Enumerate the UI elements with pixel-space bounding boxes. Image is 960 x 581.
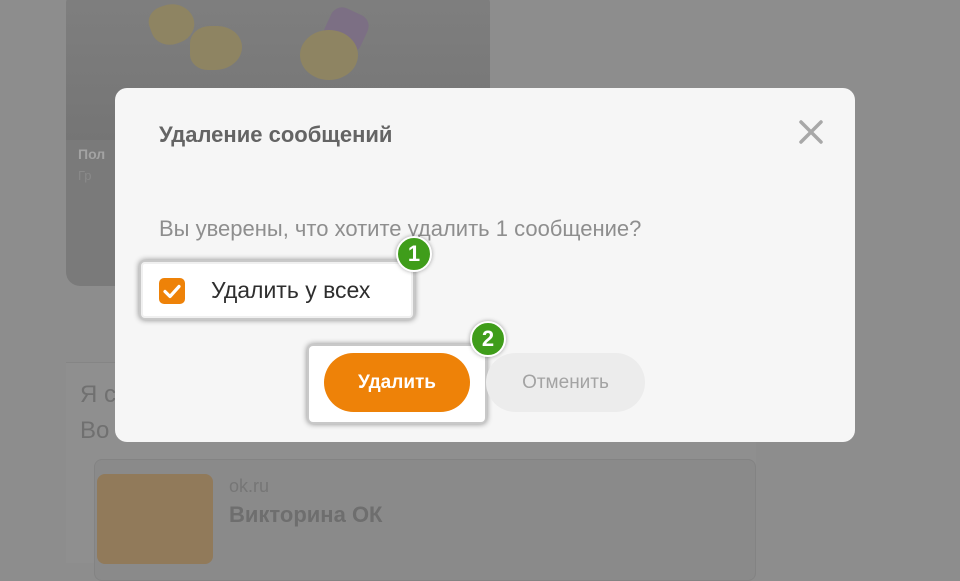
background-link-thumbnail xyxy=(97,474,213,564)
delete-for-everyone-option[interactable]: Удалить у всех xyxy=(139,260,415,320)
close-button[interactable] xyxy=(795,116,827,148)
confirmation-question: Вы уверены, что хотите удалить 1 сообщен… xyxy=(159,216,642,241)
background-link-title: Викторина ОК xyxy=(229,502,383,527)
background-card-subtitle: Гр xyxy=(78,168,92,183)
step-badge-1: 1 xyxy=(396,236,432,272)
close-icon xyxy=(799,120,823,144)
background-link-domain: ok.ru xyxy=(229,476,270,496)
step-badge-2: 2 xyxy=(470,321,506,357)
checkbox-label: Удалить у всех xyxy=(211,277,371,303)
checkmark-icon xyxy=(163,284,181,299)
delete-button[interactable]: Удалить xyxy=(324,353,470,412)
delete-for-everyone-checkbox[interactable] xyxy=(159,278,185,304)
background-post-line: Я с xyxy=(80,381,116,408)
clapping-hands-icon xyxy=(190,26,242,70)
background-post-text: Я с Во xyxy=(80,377,116,449)
party-face-icon xyxy=(300,30,358,80)
background-card-title: Пол xyxy=(78,146,106,162)
background-link-card: ok.ru Викторина ОК xyxy=(94,459,756,581)
dialog-title: Удаление сообщений xyxy=(159,122,393,147)
background-post-line: Во xyxy=(80,417,110,444)
delete-messages-dialog: Удаление сообщений Вы уверены, что хотит… xyxy=(115,88,855,442)
cancel-button[interactable]: Отменить xyxy=(486,353,645,412)
